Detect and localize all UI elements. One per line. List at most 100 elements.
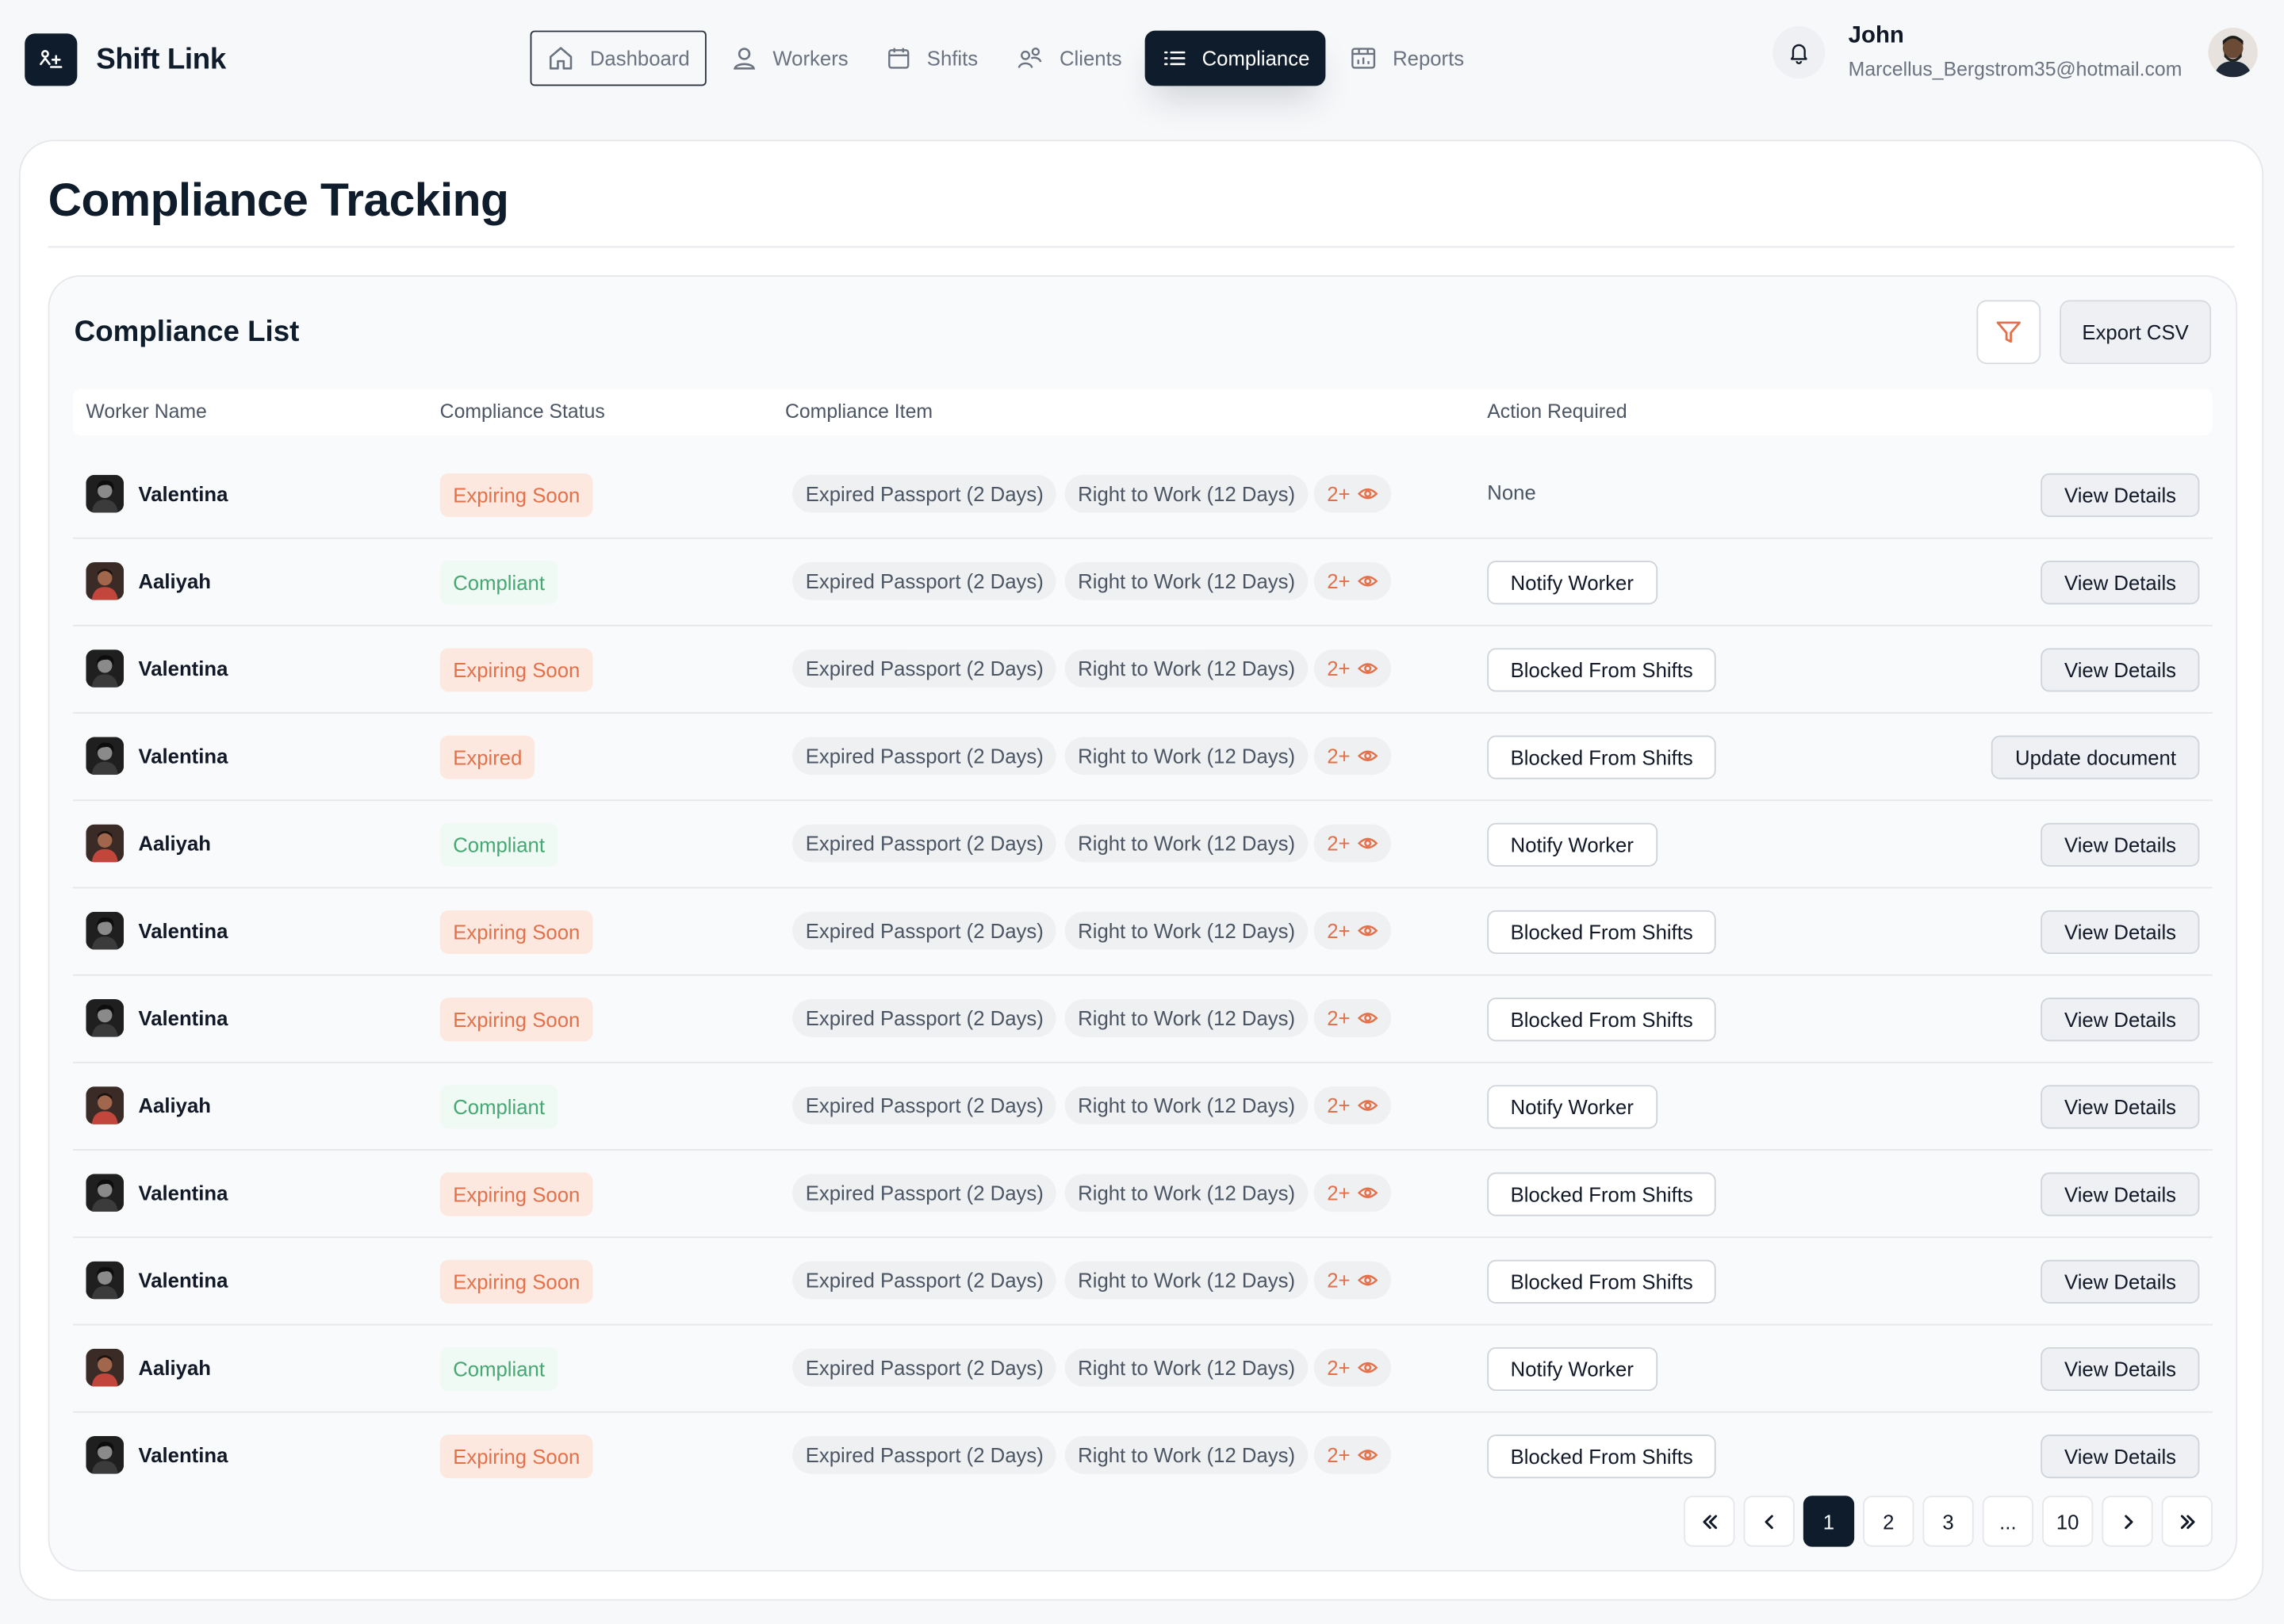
- blocked-from-shifts-button[interactable]: Blocked From Shifts: [1487, 1434, 1717, 1479]
- table-row[interactable]: Aaliyah Compliant Expired Passport (2 Da…: [72, 1063, 2213, 1151]
- compliance-item-chip[interactable]: Expired Passport (2 Days): [792, 998, 1057, 1037]
- table-row[interactable]: Valentina Expiring Soon Expired Passport…: [72, 1151, 2213, 1239]
- more-items-chip[interactable]: 2+: [1313, 1086, 1391, 1124]
- nav-item-compliance[interactable]: Compliance: [1144, 30, 1326, 86]
- more-items-chip[interactable]: 2+: [1313, 649, 1391, 688]
- blocked-from-shifts-button[interactable]: Blocked From Shifts: [1487, 1172, 1717, 1216]
- compliance-item-chip[interactable]: Right to Work (12 Days): [1064, 474, 1309, 513]
- notify-worker-button[interactable]: Notify Worker: [1487, 1085, 1657, 1129]
- nav-item-clients[interactable]: Clients: [1002, 31, 1136, 86]
- view-details-button[interactable]: View Details: [2041, 561, 2200, 605]
- compliance-item-chip[interactable]: Right to Work (12 Days): [1064, 1174, 1309, 1212]
- more-items-chip[interactable]: 2+: [1313, 1174, 1391, 1212]
- next-page-button[interactable]: [2102, 1496, 2153, 1547]
- blocked-from-shifts-button[interactable]: Blocked From Shifts: [1487, 1259, 1717, 1304]
- page-1-button[interactable]: 1: [1803, 1496, 1855, 1547]
- compliance-item-chip[interactable]: Expired Passport (2 Days): [792, 737, 1057, 776]
- view-details-button[interactable]: View Details: [2041, 1259, 2200, 1304]
- compliance-item-chip[interactable]: Right to Work (12 Days): [1064, 649, 1309, 688]
- table-row[interactable]: Valentina Expiring Soon Expired Passport…: [72, 626, 2213, 714]
- worker-name[interactable]: Aaliyah: [138, 832, 210, 855]
- compliance-item-chip[interactable]: Expired Passport (2 Days): [792, 561, 1057, 600]
- compliance-item-chip[interactable]: Right to Work (12 Days): [1064, 737, 1309, 776]
- table-row[interactable]: Aaliyah Compliant Expired Passport (2 Da…: [72, 801, 2213, 889]
- brand[interactable]: Shift Link: [25, 33, 226, 86]
- compliance-item-chip[interactable]: Expired Passport (2 Days): [792, 1086, 1057, 1124]
- user-avatar[interactable]: [2208, 26, 2258, 77]
- notify-worker-button[interactable]: Notify Worker: [1487, 1346, 1657, 1392]
- view-details-button[interactable]: View Details: [2041, 1085, 2200, 1129]
- view-details-button[interactable]: View Details: [2041, 648, 2200, 692]
- notifications-button[interactable]: [1772, 25, 1826, 79]
- page-ellipsis[interactable]: ...: [1982, 1496, 2034, 1547]
- more-items-chip[interactable]: 2+: [1313, 911, 1391, 950]
- worker-name[interactable]: Valentina: [138, 1182, 228, 1205]
- column-header-worker-name[interactable]: Worker Name: [86, 400, 207, 423]
- page-2-button[interactable]: 2: [1863, 1496, 1914, 1547]
- worker-name[interactable]: Valentina: [138, 745, 228, 768]
- compliance-item-chip[interactable]: Expired Passport (2 Days): [792, 1435, 1057, 1474]
- more-items-chip[interactable]: 2+: [1313, 1348, 1391, 1387]
- more-items-chip[interactable]: 2+: [1313, 737, 1391, 776]
- table-row[interactable]: Valentina Expiring Soon Expired Passport…: [72, 1238, 2213, 1326]
- more-items-chip[interactable]: 2+: [1313, 998, 1391, 1037]
- worker-name[interactable]: Aaliyah: [138, 569, 210, 592]
- update-document-button[interactable]: Update document: [1991, 735, 2200, 779]
- last-page-button[interactable]: [2161, 1496, 2213, 1547]
- blocked-from-shifts-button[interactable]: Blocked From Shifts: [1487, 735, 1717, 779]
- more-items-chip[interactable]: 2+: [1313, 561, 1391, 600]
- nav-item-dashboard[interactable]: Dashboard: [530, 30, 706, 86]
- view-details-button[interactable]: View Details: [2041, 822, 2200, 867]
- blocked-from-shifts-button[interactable]: Blocked From Shifts: [1487, 648, 1717, 692]
- worker-name[interactable]: Valentina: [138, 657, 228, 680]
- nav-item-reports[interactable]: Reports: [1335, 31, 1479, 86]
- more-items-chip[interactable]: 2+: [1313, 824, 1391, 863]
- table-row[interactable]: Aaliyah Compliant Expired Passport (2 Da…: [72, 1325, 2213, 1413]
- compliance-item-chip[interactable]: Right to Work (12 Days): [1064, 1435, 1309, 1474]
- compliance-item-chip[interactable]: Expired Passport (2 Days): [792, 824, 1057, 863]
- user-info[interactable]: John Marcellus_Bergstrom35@hotmail.com: [1849, 23, 2182, 80]
- compliance-item-chip[interactable]: Expired Passport (2 Days): [792, 911, 1057, 950]
- view-details-button[interactable]: View Details: [2041, 1172, 2200, 1216]
- worker-name[interactable]: Valentina: [138, 1443, 228, 1466]
- view-details-button[interactable]: View Details: [2041, 473, 2200, 518]
- worker-name[interactable]: Valentina: [138, 482, 228, 505]
- notify-worker-button[interactable]: Notify Worker: [1487, 822, 1657, 867]
- compliance-item-chip[interactable]: Right to Work (12 Days): [1064, 911, 1309, 950]
- compliance-item-chip[interactable]: Expired Passport (2 Days): [792, 649, 1057, 688]
- worker-name[interactable]: Valentina: [138, 1006, 228, 1029]
- more-items-chip[interactable]: 2+: [1313, 474, 1391, 513]
- compliance-item-chip[interactable]: Right to Work (12 Days): [1064, 1261, 1309, 1300]
- column-header-compliance-item[interactable]: Compliance Item: [785, 400, 933, 423]
- compliance-item-chip[interactable]: Right to Work (12 Days): [1064, 998, 1309, 1037]
- more-items-chip[interactable]: 2+: [1313, 1261, 1391, 1300]
- table-row[interactable]: Valentina Expiring Soon Expired Passport…: [73, 1413, 2213, 1499]
- view-details-button[interactable]: View Details: [2041, 910, 2200, 955]
- compliance-item-chip[interactable]: Right to Work (12 Days): [1064, 824, 1309, 863]
- worker-name[interactable]: Aaliyah: [138, 1356, 210, 1379]
- view-details-button[interactable]: View Details: [2041, 1434, 2200, 1479]
- table-row[interactable]: Valentina Expired Expired Passport (2 Da…: [72, 714, 2213, 802]
- compliance-item-chip[interactable]: Right to Work (12 Days): [1064, 1348, 1309, 1387]
- page-10-button[interactable]: 10: [2042, 1496, 2094, 1547]
- more-items-chip[interactable]: 2+: [1313, 1435, 1391, 1474]
- column-header-compliance-status[interactable]: Compliance Status: [440, 400, 605, 423]
- table-row[interactable]: Valentina Expiring Soon Expired Passport…: [72, 888, 2213, 976]
- compliance-item-chip[interactable]: Expired Passport (2 Days): [792, 474, 1057, 513]
- worker-name[interactable]: Valentina: [138, 919, 228, 942]
- compliance-item-chip[interactable]: Expired Passport (2 Days): [792, 1261, 1057, 1300]
- blocked-from-shifts-button[interactable]: Blocked From Shifts: [1487, 910, 1717, 955]
- nav-item-shifts[interactable]: Shfits: [872, 31, 992, 86]
- column-header-action-required[interactable]: Action Required: [1487, 400, 1627, 423]
- nav-item-workers[interactable]: Workers: [715, 31, 863, 86]
- compliance-item-chip[interactable]: Right to Work (12 Days): [1064, 1086, 1309, 1124]
- view-details-button[interactable]: View Details: [2041, 998, 2200, 1042]
- table-row[interactable]: Valentina Expiring Soon Expired Passport…: [72, 451, 2213, 539]
- compliance-item-chip[interactable]: Expired Passport (2 Days): [792, 1174, 1057, 1212]
- view-details-button[interactable]: View Details: [2041, 1346, 2200, 1392]
- page-3-button[interactable]: 3: [1922, 1496, 1974, 1547]
- blocked-from-shifts-button[interactable]: Blocked From Shifts: [1487, 998, 1717, 1042]
- compliance-item-chip[interactable]: Right to Work (12 Days): [1064, 561, 1309, 600]
- compliance-item-chip[interactable]: Expired Passport (2 Days): [792, 1348, 1057, 1387]
- first-page-button[interactable]: [1684, 1496, 1735, 1547]
